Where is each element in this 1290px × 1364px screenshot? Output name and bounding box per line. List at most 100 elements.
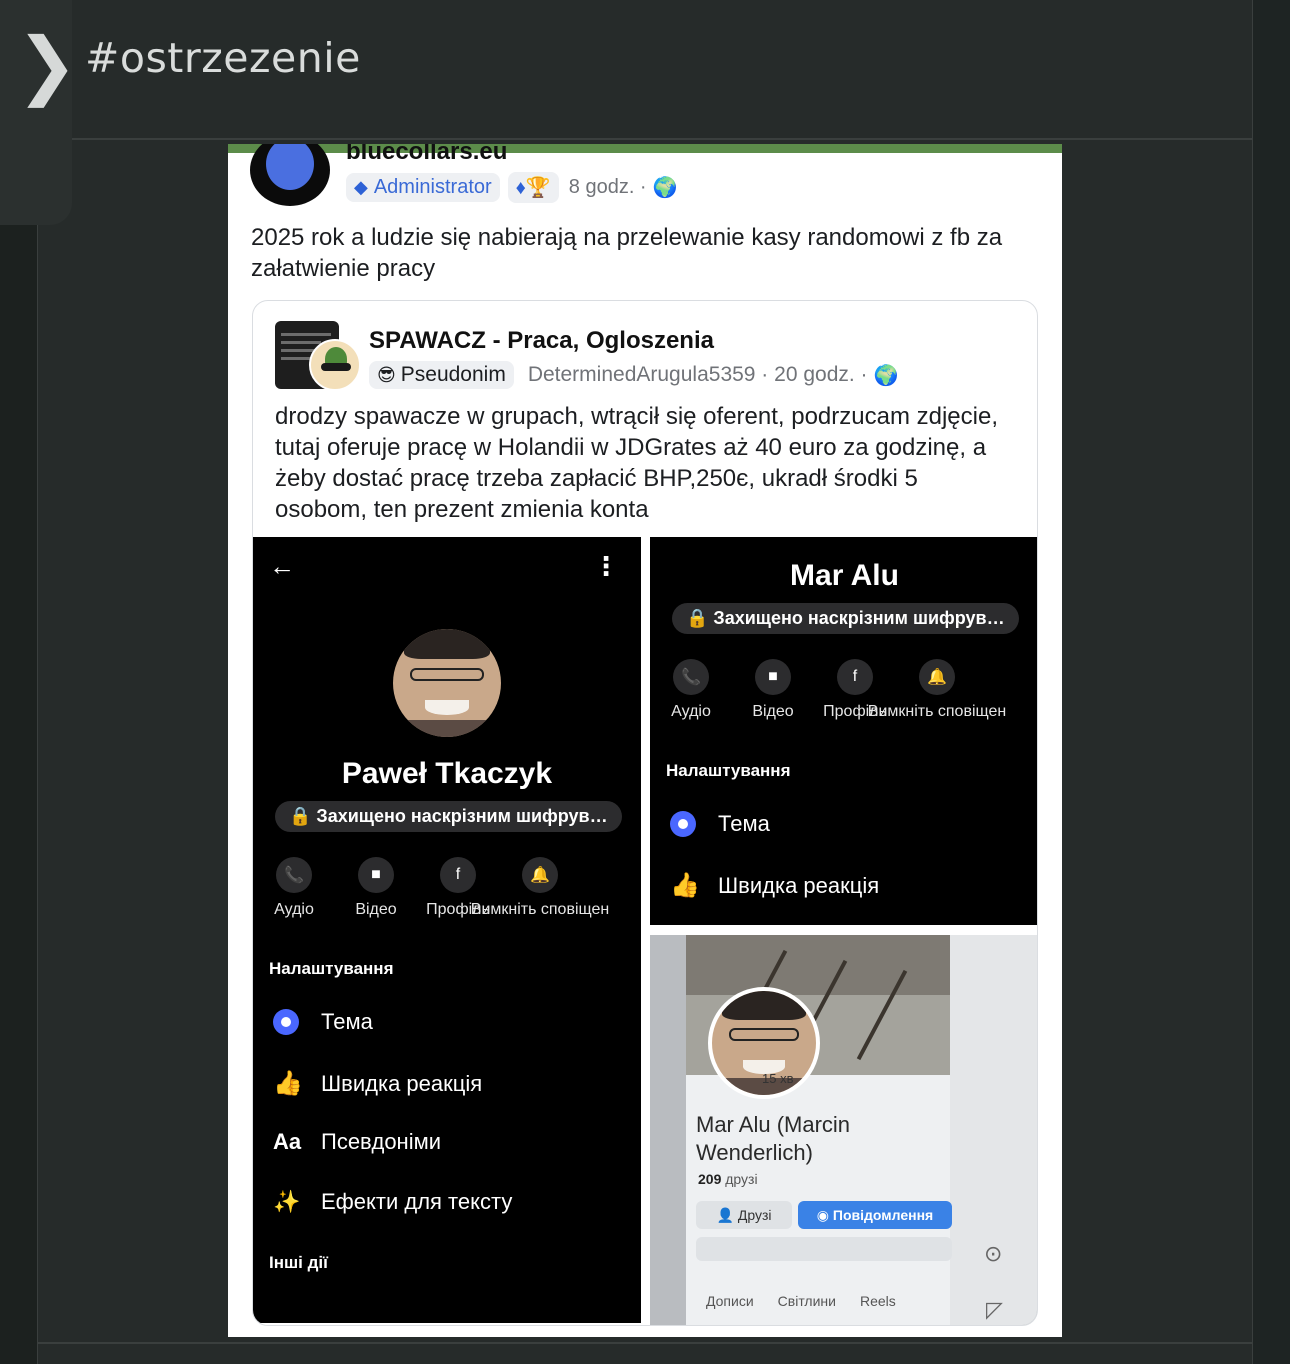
profile-name: Mar Alu (Marcin Wenderlich) — [696, 1112, 851, 1165]
shared-post: SPAWACZ - Praca, Ogloszenia 😎 Pseudonim … — [252, 300, 1038, 1326]
post-time: 8 godz. · — [568, 175, 647, 198]
settings-heading: Налаштування — [269, 959, 394, 978]
divider — [37, 1342, 1253, 1344]
friends-number: 209 — [698, 1171, 722, 1187]
trophy-badge: ♦🏆 — [507, 171, 559, 203]
video-icon: ■ — [358, 857, 394, 893]
facebook-icon: f — [837, 659, 873, 695]
row-theme-label: Тема — [718, 811, 770, 836]
action-audio: 📞 Аудіо — [253, 857, 335, 919]
shared-text: drodzy spawacze w grupach, wtrącił się o… — [275, 403, 998, 523]
action-mute: 🔔 Вимкніть сповіщен — [868, 659, 1006, 721]
tab-posts: Дописи — [706, 1293, 754, 1309]
messenger-icon: ◉ — [816, 1206, 833, 1223]
globe-icon: 🌍 — [873, 364, 899, 387]
bell-icon: 🔔 — [919, 659, 955, 695]
more-icon: ⋮ — [593, 551, 619, 581]
row-theme: Тема — [670, 811, 770, 837]
story-time: 15 хв — [762, 1071, 794, 1086]
bell-icon: 🔔 — [522, 857, 558, 893]
pseudonym-label: Pseudonim — [400, 363, 506, 386]
shared-author-time: DeterminedArugula5359 · 20 godz. · — [527, 363, 868, 386]
text-aa-icon: Aa — [273, 1129, 302, 1154]
action-row: 📞 Аудіо ■ Відео f Профіль 🔔 Вимкніть спо… — [650, 659, 1006, 721]
post-author: bluecollars.eu — [346, 144, 508, 165]
action-video: ■ Відео — [732, 659, 814, 721]
friends-label: друзі — [725, 1171, 758, 1187]
settings-heading: Налаштування — [666, 761, 791, 780]
contact-name: Paweł Tkaczyk — [341, 757, 553, 790]
globe-icon: 🌍 — [652, 176, 678, 199]
encryption-pill: 🔒 Захищено наскрізним шифрув… — [275, 801, 622, 832]
thumbs-up-icon: 👍 — [670, 872, 700, 899]
other-actions-heading: Інші дії — [269, 1253, 328, 1272]
post-meta: ◆ Administrator ♦🏆 8 godz. · 🌍 — [346, 170, 678, 204]
action-video: ■ Відео — [335, 857, 417, 919]
admin-badge: ◆ Administrator — [346, 172, 500, 202]
screenshot-attachment[interactable]: bluecollars.eu ◆ Administrator ♦🏆 8 godz… — [228, 144, 1062, 1337]
screenshot-collage: ← ⋮ Paweł Tkaczyk 🔒 Захищено наскрізним … — [253, 537, 1037, 1325]
profile-photo — [393, 629, 501, 737]
chevron-right-icon[interactable]: ❯ — [16, 28, 78, 102]
rotate-icon: ⊙ — [984, 1241, 1003, 1266]
row-text-effects: ✨ Ефекти для тексту — [273, 1189, 512, 1215]
post-text: 2025 rok a ludzie się nabierają na przel… — [251, 224, 1003, 282]
action-audio-label: Аудіо — [671, 703, 711, 720]
row-theme: Тема — [273, 1009, 373, 1035]
video-icon: ■ — [755, 659, 791, 695]
friends-button: 👤 Друзі — [696, 1201, 792, 1229]
row-quick-reaction-label: Швидка реакція — [718, 872, 880, 898]
action-mute-label: Вимкніть сповіщен — [867, 703, 1007, 720]
action-audio: 📞 Аудіо — [650, 659, 732, 721]
theme-icon — [273, 1009, 299, 1035]
sunglasses-icon: 😎 — [377, 364, 396, 385]
crop-icon: ◸ — [986, 1297, 1003, 1322]
pseudonym-badge: 😎 Pseudonim — [369, 361, 514, 389]
thumbs-up-icon: 👍 — [273, 1070, 303, 1097]
row-theme-label: Тема — [321, 1009, 373, 1034]
row-quick-reaction-label: Швидка реакція — [321, 1070, 483, 1096]
action-audio-label: Аудіо — [274, 901, 314, 918]
friends-button-label: Друзі — [737, 1207, 772, 1223]
admin-badge-label: Administrator — [373, 175, 492, 198]
message-button: ◉ Повідомлення — [798, 1201, 952, 1229]
page: ❯ #ostrzezenie bluecollars.eu ◆ Administ… — [0, 0, 1290, 1364]
action-mute-label: Вимкніть сповіщен — [470, 901, 610, 918]
sparkle-icon: ✨ — [273, 1189, 301, 1214]
row-text-effects-label: Ефекти для тексту — [321, 1189, 513, 1214]
messenger-screen-right: Mar Alu 🔒 Захищено наскрізним шифрув… 📞 … — [650, 537, 1037, 925]
friends-count: 209 друзі — [698, 1171, 758, 1187]
row-quick-reaction: 👍 Швидка реакція — [273, 1069, 482, 1098]
friends-icon: 👤 — [716, 1206, 738, 1223]
row-nicknames-label: Псевдоніми — [321, 1129, 442, 1154]
nav-tab[interactable]: ❯ — [0, 0, 78, 225]
row-quick-reaction: 👍 Швидка реакція — [670, 871, 879, 900]
facebook-icon: f — [440, 857, 476, 893]
admin-shield-icon: ◆ — [354, 176, 368, 197]
action-video-label: Відео — [355, 901, 397, 918]
phone-icon: 📞 — [673, 659, 709, 695]
trophy-icon: ♦🏆 — [515, 176, 551, 199]
page-avatar — [250, 144, 330, 206]
messenger-screen-left: ← ⋮ Paweł Tkaczyk 🔒 Захищено наскрізним … — [253, 537, 641, 1323]
like-bar — [696, 1237, 952, 1261]
action-mute: 🔔 Вимкніть сповіщен — [471, 857, 609, 919]
tab-reels: Reels — [859, 1293, 896, 1309]
right-strip — [1253, 0, 1290, 1364]
encryption-pill: 🔒 Захищено наскрізним шифрув… — [672, 603, 1019, 634]
profile-photo-screen: 15 хв Mar Alu (Marcin Wenderlich) 209 др… — [650, 935, 1037, 1325]
row-nicknames: Aa Псевдоніми — [273, 1129, 441, 1155]
theme-icon — [670, 811, 696, 837]
user-avatar — [309, 339, 361, 391]
action-row: 📞 Аудіо ■ Відео f Профіль 🔔 Вимкніть спо… — [253, 857, 609, 919]
contact-name: Mar Alu — [790, 559, 899, 592]
back-arrow-icon: ← — [269, 551, 295, 581]
message-button-label: Повідомлення — [832, 1207, 934, 1223]
action-video-label: Відео — [752, 703, 794, 720]
profile-tabs: Дописи Світлини Reels — [706, 1293, 896, 1309]
channel-hashtag: #ostrzezenie — [85, 34, 361, 82]
shared-meta: 😎 Pseudonim DeterminedArugula5359 · 20 g… — [369, 359, 898, 391]
group-name: SPAWACZ - Praca, Ogloszenia — [369, 327, 714, 354]
tab-photos: Світлини — [777, 1293, 836, 1309]
phone-icon: 📞 — [276, 857, 312, 893]
